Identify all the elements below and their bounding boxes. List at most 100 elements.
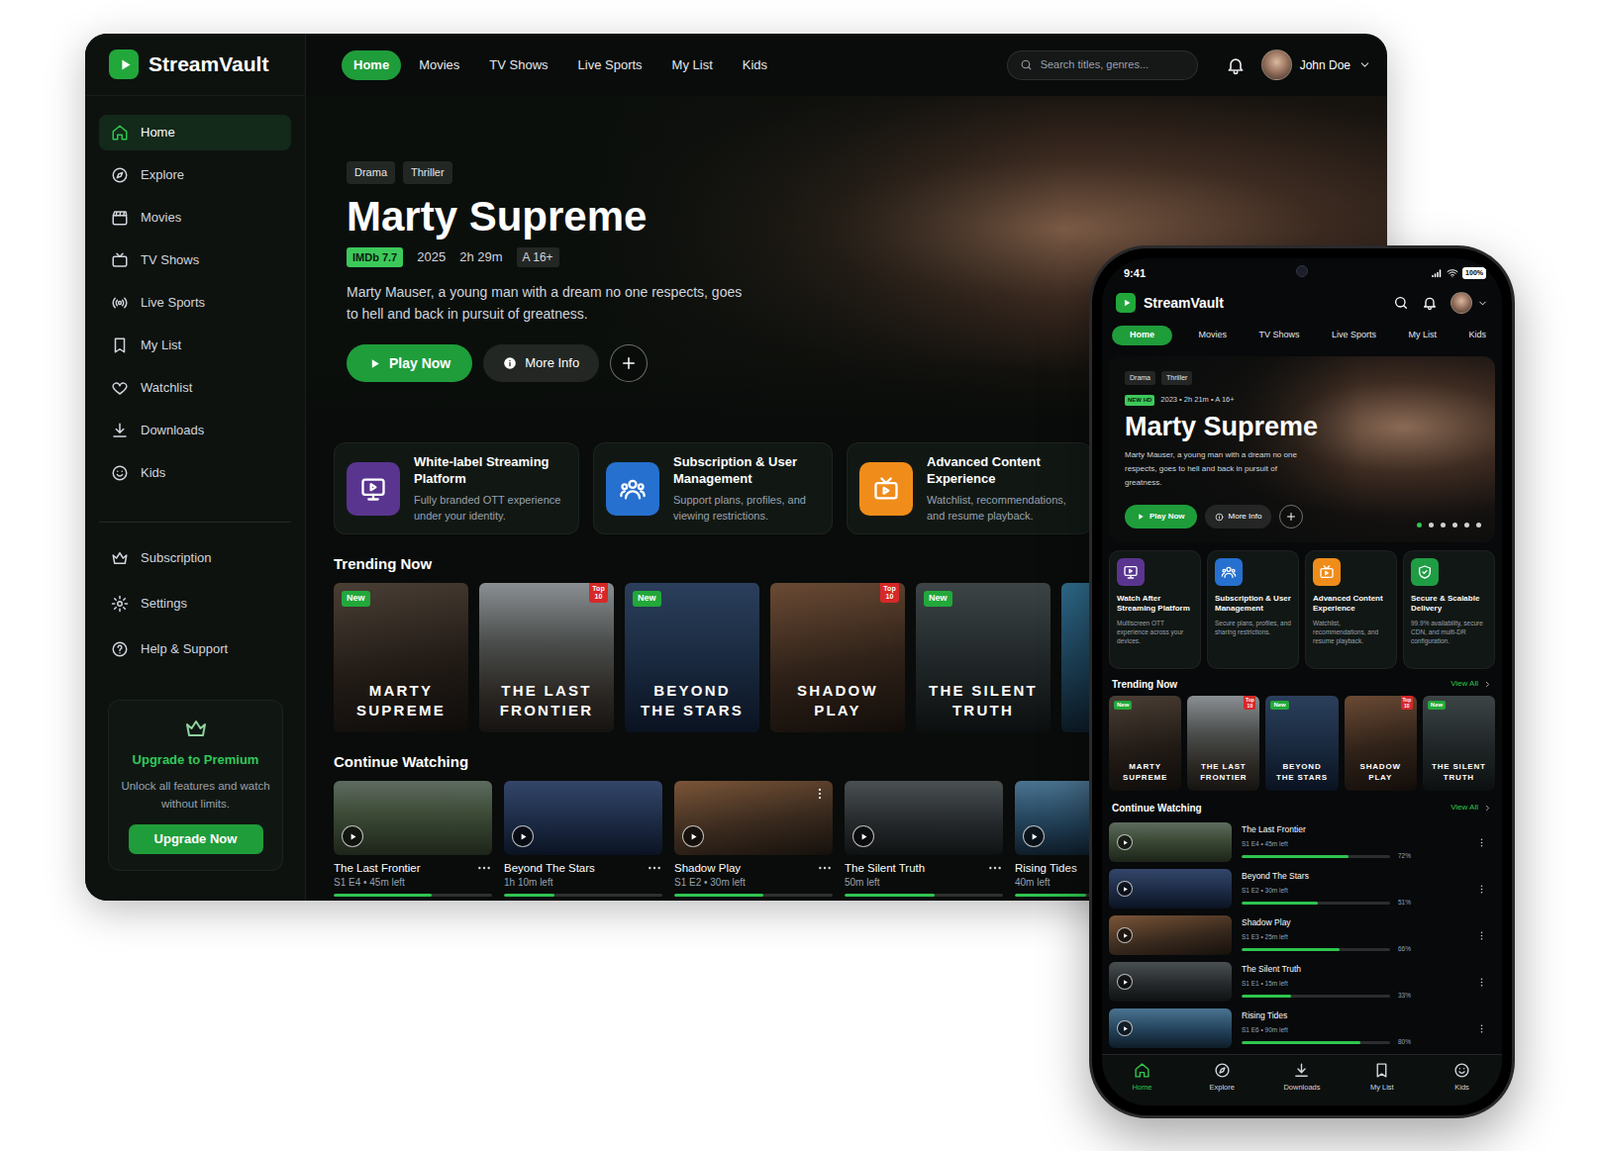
tab-item[interactable]: Explore	[1191, 1062, 1253, 1094]
nav-tab[interactable]: Live Sports	[566, 50, 655, 81]
view-all[interactable]: View All	[1450, 801, 1479, 814]
thumbnail[interactable]	[674, 781, 833, 856]
continue-card[interactable]: Beyond The Stars1h 10m left	[503, 781, 663, 898]
nav-tab[interactable]: Home	[341, 50, 401, 81]
kebab-icon[interactable]	[1476, 837, 1488, 849]
thumbnail[interactable]	[503, 781, 663, 856]
sidebar-item[interactable]: Explore	[99, 157, 292, 194]
sidebar-item[interactable]: Downloads	[99, 412, 292, 449]
logo-mark[interactable]	[1115, 293, 1136, 313]
more-icon[interactable]	[987, 860, 1003, 877]
continue-card[interactable]: The Last FrontierS1 E4 • 45m left	[333, 781, 493, 898]
nav-label[interactable]: TV Shows	[1258, 328, 1300, 343]
continue-row[interactable]: Rising TidesS1 E6 • 90m left80%	[1108, 1008, 1496, 1049]
sidebar-item[interactable]: Live Sports	[99, 285, 292, 321]
more-icon[interactable]	[646, 860, 663, 877]
poster-card[interactable]: NewMARTYSUPREME	[333, 583, 469, 733]
nav-tab[interactable]: TV Shows	[477, 50, 560, 81]
bell-icon[interactable]	[1421, 295, 1438, 311]
card-menu[interactable]	[812, 787, 827, 801]
continue-row[interactable]: Shadow PlayS1 E3 • 25m left66%	[1108, 915, 1496, 956]
poster-card[interactable]: Top 10SHADOWPLAY	[1344, 696, 1417, 792]
nav-tab[interactable]: Movies	[406, 50, 472, 81]
nav-label[interactable]: My List	[672, 55, 713, 76]
carousel-dot[interactable]	[1452, 522, 1458, 528]
carousel-dot[interactable]	[1464, 522, 1470, 528]
tab-item[interactable]: Downloads	[1271, 1062, 1333, 1094]
kebab-icon[interactable]	[1476, 1023, 1488, 1035]
more-icon[interactable]	[816, 860, 833, 877]
nav-label[interactable]: Home	[1129, 328, 1155, 343]
genre-tag[interactable]: Thriller	[402, 161, 453, 185]
thumbnail[interactable]	[844, 781, 1003, 856]
thumbnail[interactable]	[1108, 915, 1232, 956]
search-box[interactable]	[1006, 50, 1199, 81]
genre-tag[interactable]: Thriller	[1161, 371, 1193, 387]
continue-card[interactable]: Rising Tides40m left	[1014, 781, 1090, 898]
poster-card[interactable]: NewMARTYSUPREME	[1108, 696, 1182, 792]
poster-card[interactable]: NewTHE SILENTTRUTH	[1422, 696, 1496, 792]
play-circle[interactable]	[1116, 834, 1133, 851]
play-button[interactable]: Play Now	[1124, 504, 1198, 529]
continue-row[interactable]: The Last FrontierS1 E4 • 45m left72%	[1108, 822, 1496, 863]
nav-tab[interactable]: TV Shows	[1252, 325, 1305, 346]
more-info-button[interactable]: More Info	[1204, 504, 1273, 529]
nav-label[interactable]: Live Sports	[578, 55, 643, 76]
sidebar-item[interactable]: Settings	[99, 586, 292, 622]
poster-card[interactable]	[1061, 583, 1090, 733]
nav-tab[interactable]: Kids	[1462, 325, 1493, 346]
nav-tab[interactable]: My List	[660, 50, 725, 81]
thumbnail[interactable]	[1108, 1008, 1232, 1049]
play-button[interactable]: Play Now	[346, 344, 473, 383]
nav-tab[interactable]: My List	[1401, 325, 1443, 346]
sidebar-item[interactable]: Watchlist	[99, 370, 292, 406]
nav-label[interactable]: TV Shows	[489, 55, 548, 76]
continue-row[interactable]: Beyond The StarsS1 E2 • 30m left51%	[1108, 869, 1496, 909]
carousel-dot[interactable]	[1476, 522, 1482, 528]
kebab-icon[interactable]	[1476, 884, 1488, 896]
thumbnail[interactable]	[1014, 781, 1090, 856]
play-circle[interactable]	[1116, 927, 1133, 944]
carousel-dot[interactable]	[1440, 522, 1446, 528]
play-circle[interactable]	[511, 825, 534, 848]
upgrade-button[interactable]: Upgrade Now	[128, 824, 264, 855]
plus-icon[interactable]	[1285, 510, 1298, 523]
sidebar-item[interactable]: Help & Support	[99, 631, 292, 668]
nav-label[interactable]: My List	[1407, 328, 1437, 343]
avatar[interactable]	[1261, 49, 1293, 81]
thumbnail[interactable]	[1108, 962, 1232, 1002]
sidebar-item[interactable]: Movies	[99, 200, 292, 236]
search-icon[interactable]	[1393, 295, 1409, 311]
carousel-dot[interactable]	[1428, 522, 1434, 528]
kebab-icon[interactable]	[1476, 930, 1488, 942]
tab-item[interactable]: My List	[1351, 1062, 1413, 1094]
user-name[interactable]: John Doe	[1300, 56, 1351, 75]
add-button[interactable]	[609, 344, 648, 383]
nav-tab[interactable]: Movies	[1192, 325, 1233, 346]
add-button[interactable]	[1279, 504, 1303, 529]
logo[interactable]: StreamVault	[85, 33, 305, 97]
chevron-down-icon[interactable]	[1358, 58, 1372, 72]
sidebar-item[interactable]: TV Shows	[99, 242, 292, 279]
plus-icon[interactable]	[619, 354, 638, 373]
nav-label[interactable]: Home	[353, 55, 390, 76]
play-circle[interactable]	[682, 825, 704, 848]
play-circle[interactable]	[1116, 974, 1133, 991]
view-all-link[interactable]: View All	[1450, 801, 1493, 814]
thumbnail[interactable]	[1108, 869, 1232, 909]
kebab-icon[interactable]	[1476, 977, 1488, 989]
tab-item[interactable]: Kids	[1431, 1062, 1494, 1094]
kebab-icon[interactable]	[812, 787, 827, 801]
nav-label[interactable]: Live Sports	[1331, 328, 1377, 343]
poster-card[interactable]: NewBEYONDTHE STARS	[1265, 696, 1338, 792]
continue-row[interactable]: The Silent TruthS1 E1 • 15m left33%	[1108, 962, 1496, 1002]
poster-card[interactable]: Top 10THE LASTFRONTIER	[479, 583, 614, 733]
continue-card[interactable]: The Silent Truth50m left	[844, 781, 1003, 898]
more-info-button[interactable]: More Info	[483, 344, 600, 383]
play-circle[interactable]	[1116, 1020, 1133, 1037]
continue-card[interactable]: Shadow PlayS1 E2 • 30m left	[674, 781, 833, 898]
thumbnail[interactable]	[333, 781, 493, 856]
sidebar-item[interactable]: Subscription	[99, 540, 292, 577]
sidebar-item[interactable]: Kids	[99, 455, 292, 492]
nav-label[interactable]: Movies	[418, 55, 460, 76]
